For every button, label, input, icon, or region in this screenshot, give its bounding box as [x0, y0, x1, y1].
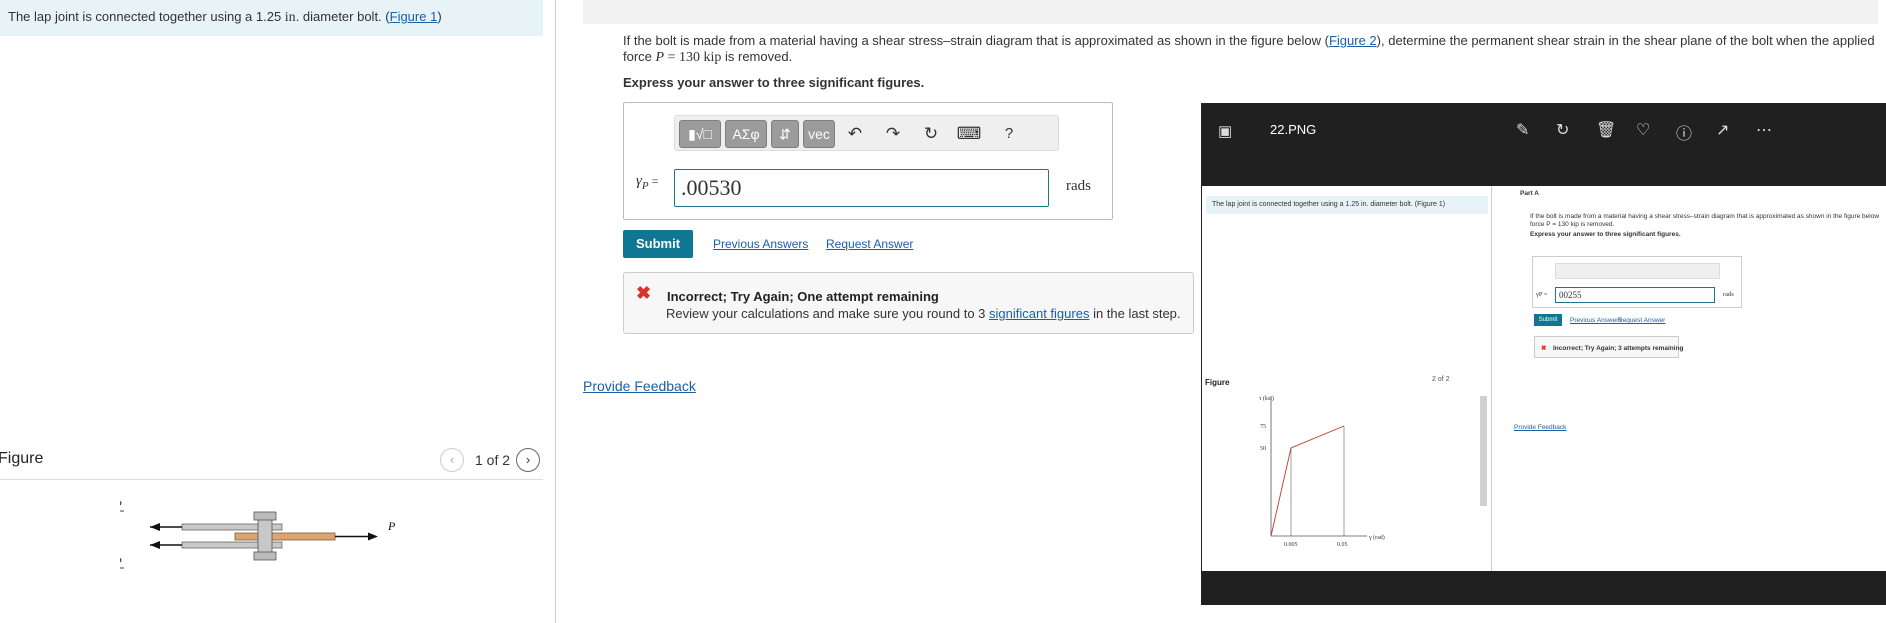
thumb-force: force P = 130 kip is removed.: [1530, 221, 1615, 228]
feedback-detail-suffix: in the last step.: [1089, 306, 1181, 321]
feedback-title: Incorrect; Try Again; One attempt remain…: [667, 289, 939, 304]
thumb-figure-nav: 2 of 2: [1432, 376, 1450, 383]
more-icon[interactable]: ⋯: [1756, 120, 1772, 140]
question-part-3: is removed.: [721, 49, 793, 64]
intro-close: ): [437, 9, 442, 24]
thumb-units: rads: [1723, 291, 1734, 298]
instruction-text: Express your answer to three significant…: [623, 75, 925, 90]
incorrect-icon: ✖: [636, 283, 652, 303]
x-tick-005: 0.05: [1337, 542, 1348, 548]
math-toolbar: ▮√□ ΑΣφ ⇵ vec ↶ ↷ ↻ ⌨ ?: [674, 115, 1059, 151]
figure-1-link[interactable]: Figure 1: [390, 9, 438, 24]
previous-answers-link[interactable]: Previous Answers: [713, 237, 808, 251]
symbols-button[interactable]: ΑΣφ: [725, 120, 767, 148]
answer-box: ▮√□ ΑΣφ ⇵ vec ↶ ↷ ↻ ⌨ ? γP = rads: [623, 102, 1113, 220]
thumb-instruction: Express your answer to three significant…: [1530, 231, 1681, 238]
figure-counter: 1 of 2: [475, 452, 511, 468]
p-half-bottom-num: P: [120, 556, 122, 568]
delete-icon[interactable]: 🗑: [1596, 120, 1616, 140]
keyboard-icon[interactable]: ⌨: [955, 120, 983, 148]
force-variable: P: [655, 50, 665, 65]
vec-button[interactable]: vec: [803, 120, 835, 148]
thumb-feedback-text: Incorrect; Try Again; 3 attempts remaini…: [1553, 345, 1684, 352]
rotate-icon[interactable]: ↻: [1556, 120, 1569, 140]
figure-2-link[interactable]: Figure 2: [1329, 33, 1377, 48]
thumb-answer-box: γP = 00255 rads: [1532, 256, 1742, 308]
figure-title: Figure: [0, 450, 44, 467]
problem-intro: The lap joint is connected together usin…: [0, 0, 543, 36]
favorite-icon[interactable]: ♡: [1636, 120, 1650, 140]
feedback-detail: Review your calculations and make sure y…: [666, 306, 1181, 321]
thumb-answer-input: 00255: [1555, 287, 1715, 303]
intro-text: The lap joint is connected together usin…: [8, 9, 285, 24]
thumb-left-panel: The lap joint is connected together usin…: [1202, 186, 1492, 571]
question-text: If the bolt is made from a material havi…: [623, 33, 1878, 66]
thumb-part-label: Part A: [1520, 190, 1539, 197]
force-value: = 130: [664, 50, 704, 65]
chevron-left-icon[interactable]: ‹: [440, 448, 464, 472]
y-tick-75: 75: [1260, 424, 1266, 430]
stress-strain-curve: [1270, 425, 1345, 537]
force-unit: kip: [703, 50, 722, 65]
thumb-submit: Submit: [1534, 314, 1562, 326]
p-half-top-den: 2: [120, 512, 121, 524]
units-label: rads: [1066, 178, 1091, 194]
problem-context-panel: The lap joint is connected together usin…: [0, 0, 556, 623]
thumb-figure-title: Figure: [1205, 378, 1230, 387]
viewer-filename: 22.PNG: [1270, 122, 1317, 137]
lap-joint-figure: P 2 P 2 P: [120, 499, 396, 581]
thumb-answer-label: γP =: [1536, 291, 1548, 298]
thumb-right-panel: Part A If the bolt is made from a materi…: [1502, 186, 1886, 571]
reset-icon[interactable]: ↻: [917, 120, 945, 148]
p-label: P: [387, 519, 396, 533]
significant-figures-link[interactable]: significant figures: [989, 306, 1089, 321]
feedback-detail-prefix: Review your calculations and make sure y…: [666, 306, 990, 321]
equals-sign: =: [648, 174, 659, 188]
thumb-toolbar: [1555, 263, 1720, 279]
request-answer-link[interactable]: Request Answer: [826, 237, 913, 251]
edit-icon[interactable]: ✎: [1516, 120, 1529, 140]
viewer-image: The lap joint is connected together usin…: [1202, 186, 1886, 571]
provide-feedback-link[interactable]: Provide Feedback: [583, 378, 696, 394]
thumb-question: If the bolt is made from a material havi…: [1530, 213, 1880, 220]
help-icon[interactable]: ?: [995, 120, 1023, 148]
info-icon[interactable]: ⓘ: [1676, 120, 1692, 144]
chevron-right-icon[interactable]: ›: [516, 448, 540, 472]
templates-button[interactable]: ▮√□: [679, 120, 721, 148]
photo-viewer-window: ▣ 22.PNG ✎ ↻ 🗑 ♡ ⓘ ↗ ⋯ The lap joint is …: [1201, 103, 1886, 605]
feedback-box: ✖ Incorrect; Try Again; One attempt rema…: [623, 272, 1194, 334]
redo-icon[interactable]: ↷: [879, 120, 907, 148]
y-axis-label: τ (ksi): [1259, 395, 1274, 402]
share-icon[interactable]: ↗: [1716, 120, 1729, 140]
x-tick-0005: 0.005: [1284, 542, 1298, 548]
submit-button[interactable]: Submit: [623, 230, 693, 258]
thumb-intro: The lap joint is connected together usin…: [1206, 196, 1488, 214]
image-file-icon: ▣: [1218, 123, 1233, 140]
viewer-bottom-bar: [1202, 571, 1886, 605]
thumb-feedback-box: ✖ Incorrect; Try Again; 3 attempts remai…: [1534, 336, 1684, 358]
gamma-subscript: P: [641, 180, 649, 192]
intro-unit: in: [284, 10, 296, 25]
question-part-1: If the bolt is made from a material havi…: [623, 33, 1329, 48]
top-strip: [583, 0, 1878, 24]
thumb-incorrect-icon: ✖: [1541, 345, 1547, 352]
viewer-titlebar: ▣ 22.PNG ✎ ↻ 🗑 ♡ ⓘ ↗ ⋯: [1202, 104, 1886, 186]
answer-input[interactable]: [674, 169, 1049, 207]
undo-icon[interactable]: ↶: [841, 120, 869, 148]
thumb-prev-answers: Previous Answers: [1570, 317, 1622, 324]
arrows-button[interactable]: ⇵: [771, 120, 799, 148]
x-axis-label: γ (rad): [1368, 534, 1385, 541]
thumb-request-answer: Request Answer: [1618, 317, 1666, 324]
intro-text-2: . diameter bolt. (: [295, 9, 390, 24]
stress-strain-chart: τ (ksi) γ (rad) 75 50 0.005 0.05: [1259, 395, 1385, 548]
p-half-top-num: P: [120, 499, 122, 511]
figure-header: Figure ‹ 1 of 2 ›: [0, 446, 543, 480]
thumb-scrollbar[interactable]: [1480, 396, 1487, 506]
thumb-provide-feedback: Provide Feedback: [1514, 424, 1567, 431]
answer-label: γP =: [636, 173, 658, 192]
y-tick-50: 50: [1260, 446, 1266, 452]
p-half-bottom-den: 2: [120, 569, 121, 581]
